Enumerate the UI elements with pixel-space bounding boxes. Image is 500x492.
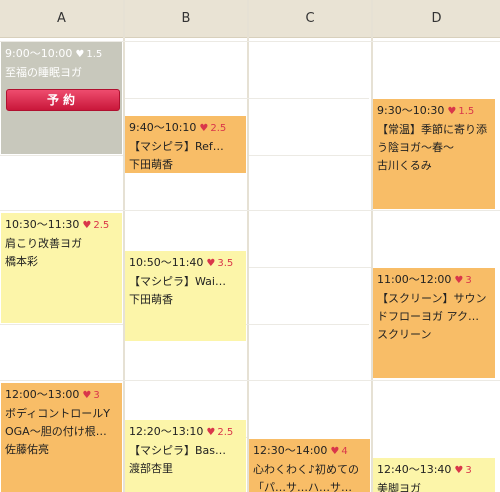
- rating-value: 3: [93, 390, 100, 401]
- grid-line: [0, 324, 123, 325]
- rating-value: 3: [465, 275, 472, 286]
- class-time: 9:40〜10:10: [129, 121, 197, 134]
- column-header-b: B: [181, 11, 191, 26]
- grid-line: [249, 267, 371, 268]
- rating-value: 2.5: [210, 123, 227, 134]
- grid-line: [0, 155, 123, 156]
- class-time: 12:40〜13:40: [377, 463, 452, 476]
- column-header-d: D: [431, 11, 442, 26]
- instructor-name: 下田萌香: [129, 293, 173, 306]
- heart-icon: ♥: [206, 258, 216, 269]
- grid-line: [0, 210, 500, 211]
- class-title: 【マシピラ】Bas…: [129, 444, 227, 457]
- class-title: 【常温】季節に寄り添: [377, 123, 487, 136]
- instructor-name: 橋本彩: [5, 255, 38, 268]
- instructor-name: 下田萌香: [129, 158, 173, 171]
- rating-value: 1.5: [458, 106, 475, 117]
- class-time: 12:00〜13:00: [5, 388, 80, 401]
- class-time: 9:30〜10:30: [377, 104, 445, 117]
- heart-icon: ♥: [454, 465, 464, 476]
- instructor-name: 渡部杏里: [129, 462, 173, 475]
- class-title: 美脚ヨガ: [377, 482, 421, 492]
- class-time: 10:30〜11:30: [5, 218, 80, 231]
- class-title: 至福の睡眠ヨガ: [5, 66, 82, 79]
- column-header-a: A: [57, 11, 66, 26]
- heart-icon: ♥: [206, 427, 216, 438]
- grid-line: [0, 380, 500, 381]
- rating-value: 3.5: [217, 258, 234, 269]
- class-time: 10:50〜11:40: [129, 256, 204, 269]
- heart-icon: ♥: [82, 390, 92, 401]
- heart-icon: ♥: [199, 123, 209, 134]
- heart-icon: ♥: [454, 275, 464, 286]
- class-slot[interactable]: 10:50〜11:40 ♥ 3.5 【マシピラ】Wai… 下田萌香: [125, 251, 246, 341]
- class-title: 肩こり改善ヨガ: [5, 237, 82, 250]
- schedule-grid: A B C D 9:00〜10:00 ♥ 1.5 至福の睡眠ヨガ 予約 10:30〜…: [0, 0, 500, 492]
- column-header-c: C: [305, 11, 315, 26]
- class-slot[interactable]: 11:00〜12:00 ♥ 3 【スクリーン】サウン ドフローヨガ アク… スクリー…: [373, 268, 495, 378]
- class-time: 9:00〜10:00: [5, 47, 73, 60]
- column-header-bar: A B C D: [0, 0, 500, 38]
- rating-value: 2.5: [93, 220, 110, 231]
- column-divider: [123, 0, 125, 492]
- reserve-button[interactable]: 予約: [6, 89, 120, 111]
- class-title: OGA〜胆の付け根…: [5, 425, 107, 438]
- heart-icon: ♥: [330, 446, 340, 457]
- rating-value: 4: [341, 446, 348, 457]
- rating-value: 3: [465, 465, 472, 476]
- class-title: 「パ…サ…ハ…サ…: [253, 481, 352, 492]
- class-time: 12:30〜14:00: [253, 444, 328, 457]
- column-divider: [247, 0, 249, 492]
- class-slot[interactable]: 9:40〜10:10 ♥ 2.5 【マシピラ】Ref… 下田萌香: [125, 116, 246, 173]
- class-slot[interactable]: 10:30〜11:30 ♥ 2.5 肩こり改善ヨガ 橋本彩: [1, 213, 122, 323]
- class-slot[interactable]: 12:20〜13:10 ♥ 2.5 【マシピラ】Bas… 渡部杏里: [125, 420, 246, 492]
- class-slot[interactable]: 9:00〜10:00 ♥ 1.5 至福の睡眠ヨガ 予約: [1, 42, 122, 154]
- heart-icon: ♥: [75, 49, 85, 60]
- heart-icon: ♥: [447, 106, 457, 117]
- class-title: 【マシピラ】Ref…: [129, 140, 224, 153]
- class-slot[interactable]: 12:00〜13:00 ♥ 3 ボディコントロールY OGA〜胆の付け根… 佐藤佑亮: [1, 383, 122, 492]
- class-title: 心わくわく♪初めての: [253, 463, 360, 476]
- instructor-name: 佐藤佑亮: [5, 443, 49, 456]
- class-time: 12:20〜13:10: [129, 425, 204, 438]
- class-title: ボディコントロールY: [5, 407, 110, 420]
- class-slot[interactable]: 12:30〜14:00 ♥ 4 心わくわく♪初めての 「パ…サ…ハ…サ…: [249, 439, 370, 492]
- class-title: ドフローヨガ アク…: [377, 310, 479, 323]
- class-title: 【スクリーン】サウン: [377, 292, 487, 305]
- rating-value: 1.5: [86, 49, 103, 60]
- class-slot[interactable]: 9:30〜10:30 ♥ 1.5 【常温】季節に寄り添 う陰ヨガ〜春〜 古川くるみ: [373, 99, 495, 209]
- grid-line: [249, 155, 371, 156]
- class-slot[interactable]: 12:40〜13:40 ♥ 3 美脚ヨガ: [373, 458, 495, 492]
- instructor-name: スクリーン: [377, 328, 432, 341]
- column-divider: [371, 0, 373, 492]
- instructor-name: 古川くるみ: [377, 159, 432, 172]
- class-title: 【マシピラ】Wai…: [129, 275, 226, 288]
- heart-icon: ♥: [82, 220, 92, 231]
- rating-value: 2.5: [217, 427, 234, 438]
- class-title: う陰ヨガ〜春〜: [377, 141, 454, 154]
- grid-line: [125, 98, 369, 99]
- class-time: 11:00〜12:00: [377, 273, 452, 286]
